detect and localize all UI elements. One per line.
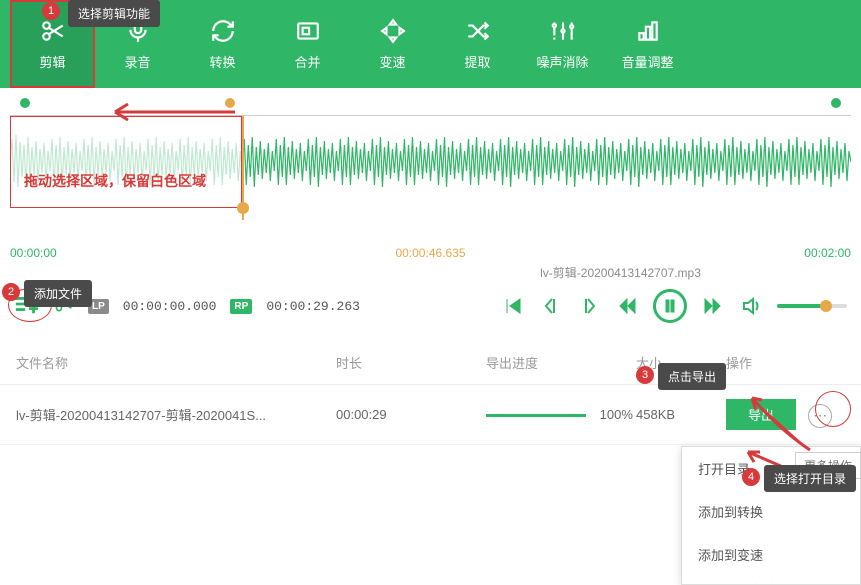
refresh-icon	[210, 18, 236, 44]
col-operation: 操作	[726, 353, 845, 372]
volume-icon	[742, 297, 760, 315]
col-progress: 导出进度	[486, 353, 636, 372]
time-end: 00:02:00	[804, 246, 851, 260]
tool-convert[interactable]: 转换	[180, 0, 265, 88]
player-bar: LP 00:00:00.000 RP 00:00:29.263	[0, 281, 861, 331]
playhead-handle[interactable]	[237, 202, 249, 214]
tool-label: 变速	[379, 52, 405, 71]
tool-speed[interactable]: 变速	[350, 0, 435, 88]
current-file-label: lv-剪辑-20200413142707.mp3	[0, 264, 861, 281]
cell-size: 458KB	[636, 407, 726, 422]
tool-volume[interactable]: 音量调整	[605, 0, 690, 88]
trim-out-icon	[580, 297, 598, 315]
skip-start-icon	[504, 297, 522, 315]
dropdown-add-denoise[interactable]: 添加到噪声消除	[682, 576, 860, 584]
tooltip-step1: 选择剪辑功能	[68, 0, 160, 27]
lp-time: 00:00:00.000	[123, 299, 217, 314]
step-badge-4: 4	[742, 468, 760, 486]
pause-icon	[661, 297, 679, 315]
forward-button[interactable]	[701, 294, 725, 318]
tool-label: 音量调整	[621, 52, 673, 71]
cell-name: lv-剪辑-20200413142707-剪辑-2020041S...	[16, 405, 336, 424]
cell-progress: 100%	[486, 407, 636, 422]
play-pause-button[interactable]	[653, 289, 687, 323]
bars-icon	[635, 18, 661, 44]
waveform-display[interactable]: 拖动选择区域，保留白色区域	[10, 116, 851, 208]
tool-merge[interactable]: 合并	[265, 0, 350, 88]
progress-bar	[486, 414, 586, 417]
time-start: 00:00:00	[10, 246, 57, 260]
volume-slider[interactable]	[777, 304, 847, 308]
tool-label: 剪辑	[39, 52, 65, 71]
tool-denoise[interactable]: 噪声消除	[520, 0, 605, 88]
table-header: 文件名称 时长 导出进度 大小 操作	[0, 341, 861, 385]
tooltip-step3: 点击导出	[658, 363, 726, 390]
step-badge-3: 3	[636, 366, 654, 384]
time-current: 00:00:46.635	[395, 246, 465, 260]
file-table: 文件名称 时长 导出进度 大小 操作 lv-剪辑-20200413142707-…	[0, 341, 861, 445]
shuffle-icon	[465, 18, 491, 44]
timeline-times: 00:00:00 00:00:46.635 00:02:00	[0, 246, 861, 260]
cell-duration: 00:00:29	[336, 407, 486, 422]
step-badge-1: 1	[42, 2, 60, 20]
range-handle-right[interactable]	[831, 98, 841, 108]
tool-label: 合并	[294, 52, 320, 71]
scissors-icon	[40, 18, 66, 44]
col-duration: 时长	[336, 353, 486, 372]
rewind-icon	[618, 297, 636, 315]
tool-label: 噪声消除	[536, 52, 588, 71]
progress-text: 100%	[600, 407, 633, 422]
merge-icon	[295, 18, 321, 44]
rewind-button[interactable]	[615, 294, 639, 318]
selection-mask[interactable]	[10, 116, 242, 208]
equalizer-icon	[550, 18, 576, 44]
trim-in-icon	[542, 297, 560, 315]
tool-extract[interactable]: 提取	[435, 0, 520, 88]
dropdown-add-convert[interactable]: 添加到转换	[682, 490, 860, 533]
tooltip-step2: 添加文件	[24, 280, 92, 307]
forward-icon	[704, 297, 722, 315]
tooltip-step4: 选择打开目录	[764, 465, 856, 492]
table-row[interactable]: lv-剪辑-20200413142707-剪辑-2020041S... 00:0…	[0, 385, 861, 445]
trim-in-button[interactable]	[539, 294, 563, 318]
tool-label: 提取	[464, 52, 490, 71]
skip-start-button[interactable]	[501, 294, 525, 318]
tool-label: 录音	[124, 52, 150, 71]
tool-label: 转换	[209, 52, 235, 71]
range-handle-left[interactable]	[20, 98, 30, 108]
volume-button[interactable]	[739, 294, 763, 318]
step-badge-2: 2	[2, 283, 20, 301]
trim-out-button[interactable]	[577, 294, 601, 318]
annotation-arrow-1	[100, 100, 240, 124]
annotation-circle	[815, 391, 851, 427]
dropdown-add-speed[interactable]: 添加到变速	[682, 533, 860, 576]
rp-badge[interactable]: RP	[230, 299, 252, 314]
speed-icon	[380, 18, 406, 44]
col-name: 文件名称	[16, 353, 336, 372]
selection-hint-text: 拖动选择区域，保留白色区域	[24, 171, 206, 191]
rp-time: 00:00:29.263	[266, 299, 360, 314]
